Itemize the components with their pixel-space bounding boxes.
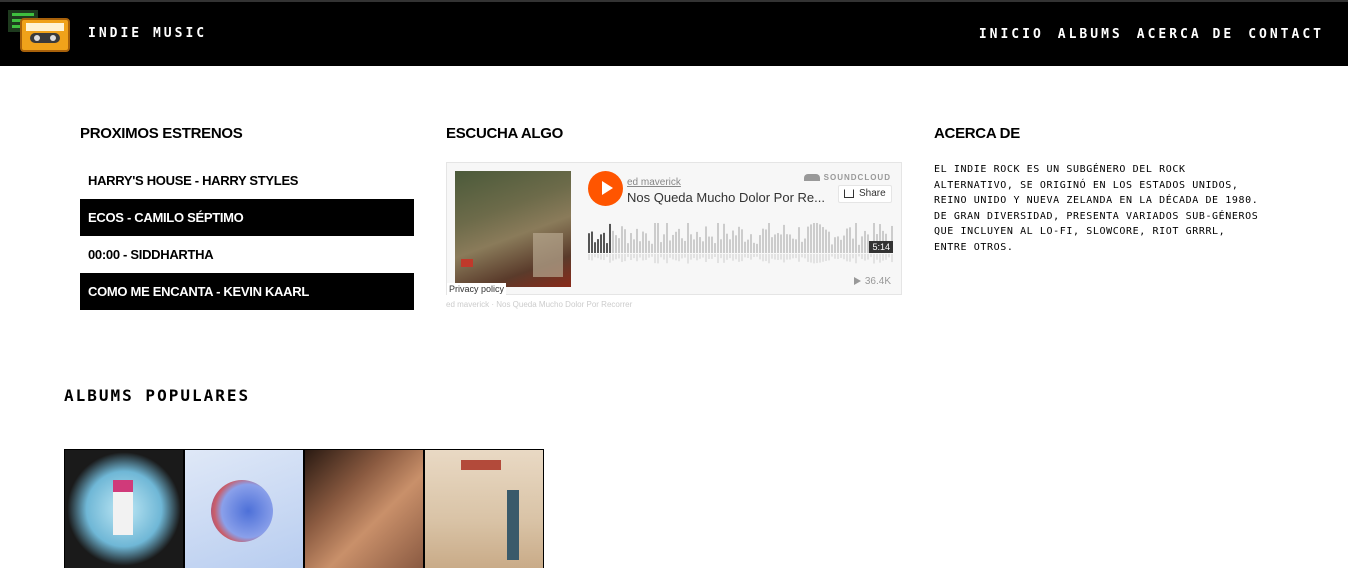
- nav-inicio[interactable]: INICIO: [979, 27, 1044, 42]
- player-caption[interactable]: ed maverick · Nos Queda Mucho Dolor Por …: [446, 300, 632, 309]
- track-artist-link[interactable]: ed maverick: [627, 177, 681, 188]
- brand-name[interactable]: INDIE MUSIC: [88, 26, 207, 41]
- album-cover[interactable]: [424, 449, 544, 568]
- releases-title: PROXIMOS ESTRENOS: [80, 125, 243, 142]
- main-nav: INICIO ALBUMS ACERCA DE CONTACT: [979, 27, 1324, 42]
- list-item[interactable]: 00:00 - SIDDHARTHA: [80, 236, 414, 273]
- albums-grid: [64, 449, 544, 568]
- nav-albums[interactable]: ALBUMS: [1058, 27, 1123, 42]
- track-duration: 5:14: [869, 241, 893, 253]
- track-artwork[interactable]: [455, 171, 571, 287]
- share-button[interactable]: Share: [838, 185, 892, 203]
- about-title: ACERCA DE: [934, 125, 1020, 142]
- share-icon: [844, 189, 854, 198]
- list-item[interactable]: ECOS - CAMILO SÉPTIMO: [80, 199, 414, 236]
- listen-title: ESCUCHA ALGO: [446, 125, 563, 142]
- albums-title: ALBUMS POPULARES: [64, 386, 251, 405]
- album-cover[interactable]: [304, 449, 424, 568]
- nav-contact[interactable]: CONTACT: [1248, 27, 1324, 42]
- nav-acerca-de[interactable]: ACERCA DE: [1137, 27, 1234, 42]
- play-count-icon: [853, 277, 861, 286]
- about-text: EL INDIE ROCK ES UN SUBGÉNERO DEL ROCK A…: [934, 164, 1259, 253]
- track-title-link[interactable]: Nos Queda Mucho Dolor Por Re...: [627, 190, 825, 205]
- soundcloud-logo[interactable]: SOUNDCLOUD: [803, 173, 891, 182]
- releases-list: HARRY'S HOUSE - HARRY STYLES ECOS - CAMI…: [80, 162, 414, 310]
- header: INDIE MUSIC INICIO ALBUMS ACERCA DE CONT…: [0, 0, 1348, 66]
- cassette-logo-icon[interactable]: [20, 18, 70, 52]
- waveform[interactable]: [588, 223, 894, 267]
- play-count: 36.4K: [853, 276, 891, 287]
- album-cover[interactable]: [184, 449, 304, 568]
- album-cover[interactable]: [64, 449, 184, 568]
- soundcloud-player: Privacy policy ed maverick Nos Queda Muc…: [446, 162, 902, 295]
- privacy-policy-link[interactable]: Privacy policy: [447, 283, 507, 295]
- soundcloud-icon: [803, 174, 820, 182]
- list-item[interactable]: HARRY'S HOUSE - HARRY STYLES: [80, 162, 414, 199]
- play-button[interactable]: [588, 171, 623, 206]
- list-item[interactable]: COMO ME ENCANTA - KEVIN KAARL: [80, 273, 414, 310]
